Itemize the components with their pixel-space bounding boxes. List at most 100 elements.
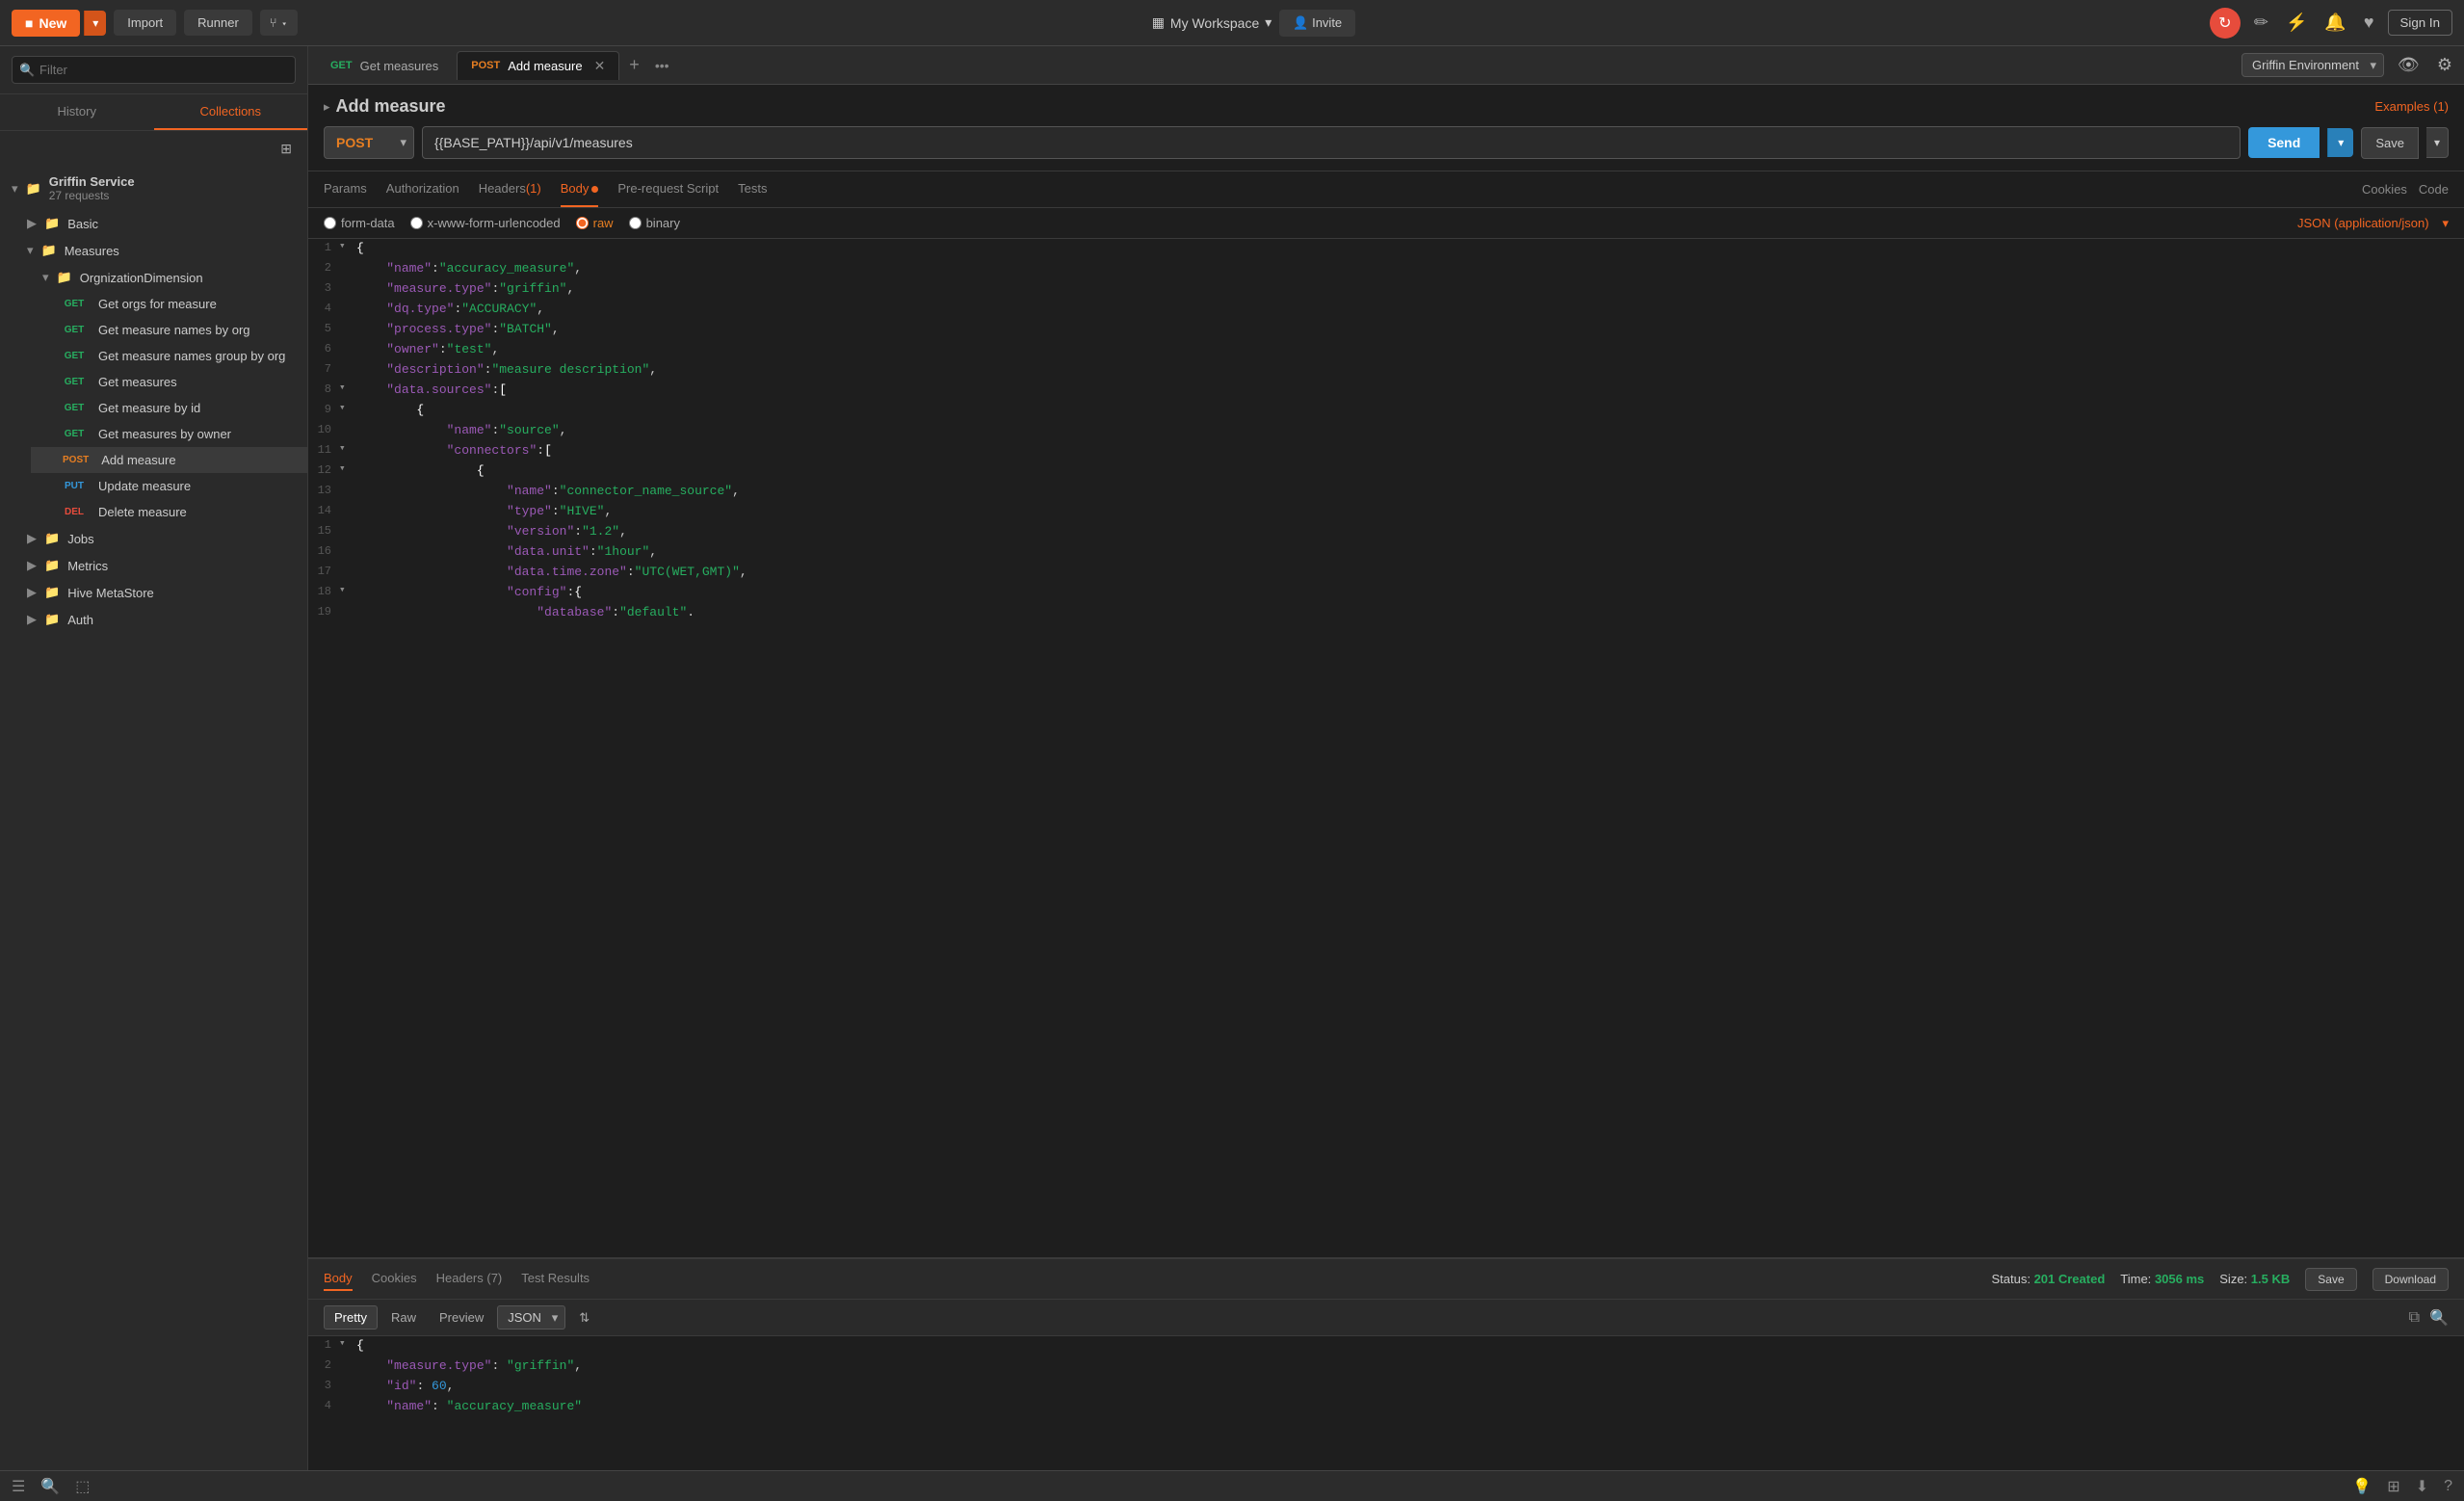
history-tab[interactable]: History (0, 94, 154, 130)
sign-in-button[interactable]: Sign In (2388, 10, 2453, 36)
console-icon[interactable]: ⬚ (75, 1477, 90, 1496)
new-dropdown-button[interactable]: ▾ (84, 11, 106, 36)
request-item-add-measure[interactable]: POST Add measure (31, 447, 307, 473)
code-line-6: 6 "owner":"test", (308, 340, 2464, 360)
runner-button[interactable]: Runner (184, 10, 252, 36)
resp-json-wrap: JSON (497, 1305, 565, 1330)
radio-form-data[interactable]: form-data (324, 216, 395, 230)
resp-download-button[interactable]: Download (2372, 1268, 2449, 1291)
request-item-get-measure-by-id[interactable]: GET Get measure by id (31, 395, 307, 421)
request-item-measure-names-by-org[interactable]: GET Get measure names by org (31, 317, 307, 343)
code-link[interactable]: Code (2419, 182, 2449, 197)
cookies-link[interactable]: Cookies (2362, 182, 2407, 197)
new-collection-button[interactable]: ⊞ (276, 137, 296, 161)
resp-icons: ⧉ 🔍 (2409, 1308, 2449, 1328)
collections-tab[interactable]: Collections (154, 94, 308, 130)
lightbulb-icon[interactable]: 💡 (2352, 1477, 2372, 1496)
send-button[interactable]: Send (2248, 127, 2320, 158)
new-button[interactable]: ■ New (12, 10, 80, 37)
import-button[interactable]: Import (114, 10, 176, 36)
resp-tab-headers[interactable]: Headers (7) (436, 1267, 503, 1291)
settings-icon[interactable]: ⚙ (2433, 51, 2456, 79)
method-select[interactable]: POST GET PUT DELETE (324, 126, 414, 159)
workspace-grid-icon: ▦ (1152, 14, 1165, 31)
req-tab-params[interactable]: Params (324, 171, 367, 207)
pencil-icon[interactable]: ✏ (2250, 9, 2272, 37)
resp-tab-test-results[interactable]: Test Results (521, 1267, 590, 1291)
save-button[interactable]: Save (2361, 127, 2419, 159)
chevron-down-icon-org: ▾ (42, 270, 49, 285)
tab-add-button[interactable]: + (623, 55, 645, 75)
workspace-label: My Workspace (1170, 15, 1259, 31)
folder-item-basic[interactable]: ▶ 📁 Basic (15, 210, 307, 237)
code-line-17: 17 "data.time.zone":"UTC(WET,GMT)", (308, 563, 2464, 583)
tab-post-add-measure[interactable]: POST Add measure ✕ (457, 51, 619, 80)
heart-icon[interactable]: ♥ (2360, 9, 2378, 37)
examples-link[interactable]: Examples (1) (2374, 99, 2449, 114)
request-item-measure-names-group[interactable]: GET Get measure names group by org (31, 343, 307, 369)
resp-tab-cookies[interactable]: Cookies (372, 1267, 417, 1291)
search-bottom-icon[interactable]: 🔍 (40, 1477, 60, 1496)
eye-icon[interactable]: 👁 (2394, 51, 2424, 79)
download-bottom-icon[interactable]: ⬇ (2416, 1477, 2428, 1496)
tab-get-measures[interactable]: GET Get measures (316, 52, 453, 79)
request-item-get-orgs[interactable]: GET Get orgs for measure (31, 291, 307, 317)
workspace-button[interactable]: ▦ My Workspace ▾ (1152, 14, 1272, 31)
radio-urlencoded[interactable]: x-www-form-urlencoded (410, 216, 561, 230)
invite-button[interactable]: 👤 Invite (1279, 10, 1355, 37)
request-item-delete-measure[interactable]: DEL Delete measure (31, 499, 307, 525)
resp-search-icon[interactable]: 🔍 (2429, 1308, 2449, 1328)
bottom-right: 💡 ⊞ ⬇ ? (2352, 1477, 2452, 1496)
chevron-right-icon-metrics: ▶ (27, 558, 37, 573)
env-select[interactable]: Griffin Environment (2241, 53, 2384, 77)
resp-json-select[interactable]: JSON (497, 1305, 565, 1330)
send-arrow-button[interactable]: ▾ (2327, 128, 2353, 157)
request-item-get-measures-by-owner[interactable]: GET Get measures by owner (31, 421, 307, 447)
filter-input[interactable] (12, 56, 296, 84)
resp-preview-btn[interactable]: Preview (430, 1306, 493, 1329)
resp-copy-icon[interactable]: ⧉ (2409, 1308, 2420, 1328)
folder-item-auth[interactable]: ▶ 📁 Auth (15, 606, 307, 633)
radio-binary[interactable]: binary (629, 216, 680, 230)
folder-item-measures[interactable]: ▾ 📁 Measures ••• (15, 237, 307, 264)
main-content: GET Get measures POST Add measure ✕ + ••… (308, 46, 2464, 1470)
sidebar-toggle-icon[interactable]: ☰ (12, 1477, 25, 1496)
folder-item-metrics[interactable]: ▶ 📁 Metrics (15, 552, 307, 579)
request-item-get-measures[interactable]: GET Get measures (31, 369, 307, 395)
method-badge-get-4: GET (58, 375, 91, 389)
code-line-15: 15 "version":"1.2", (308, 522, 2464, 542)
request-item-update-measure[interactable]: PUT Update measure (31, 473, 307, 499)
save-arrow-button[interactable]: ▾ (2426, 127, 2449, 158)
folder-item-jobs[interactable]: ▶ 📁 Jobs (15, 525, 307, 552)
code-editor[interactable]: 1 ▾ { 2 "name":"accuracy_measure", 3 "me… (308, 239, 2464, 1258)
url-input[interactable] (422, 126, 2241, 159)
req-tab-pre-request[interactable]: Pre-request Script (617, 171, 719, 207)
request-title: ▸ Add measure Examples (1) (324, 96, 2449, 117)
help-icon[interactable]: ? (2444, 1477, 2452, 1496)
resp-pretty-btn[interactable]: Pretty (324, 1305, 378, 1330)
sync-button[interactable]: ↻ (2210, 8, 2241, 39)
grid-icon[interactable]: ⊞ (2387, 1477, 2399, 1496)
resp-sort-icon[interactable]: ⇅ (569, 1306, 599, 1330)
fork-button[interactable]: ⑂ ▾ (260, 10, 298, 36)
resp-tab-body[interactable]: Body (324, 1267, 353, 1291)
folder-item-hive[interactable]: ▶ 📁 Hive MetaStore (15, 579, 307, 606)
radio-raw[interactable]: raw (576, 216, 614, 230)
resp-save-button[interactable]: Save (2305, 1268, 2356, 1291)
req-tab-authorization[interactable]: Authorization (386, 171, 459, 207)
collection-header[interactable]: ▾ 📁 Griffin Service 27 requests (0, 167, 307, 210)
bell-icon[interactable]: 🔔 (2320, 9, 2349, 37)
nav-right: ↻ ✏ ⚡ 🔔 ♥ Sign In (2210, 8, 2452, 39)
arrow-icon: ▸ (324, 99, 330, 115)
tab-more-button[interactable]: ••• (649, 58, 675, 73)
satellite-icon[interactable]: ⚡ (2282, 9, 2311, 37)
resp-raw-btn[interactable]: Raw (381, 1306, 426, 1329)
tab-close-icon[interactable]: ✕ (594, 58, 606, 74)
req-tab-tests[interactable]: Tests (738, 171, 767, 207)
json-type-select[interactable]: JSON (application/json) (2297, 216, 2449, 230)
req-tab-body[interactable]: Body (561, 171, 599, 207)
top-nav: ■ New ▾ Import Runner ⑂ ▾ ▦ My Workspace… (0, 0, 2464, 46)
sub-folder-header-org-dim[interactable]: ▾ 📁 OrgnizationDimension ••• (31, 264, 307, 291)
response-body[interactable]: 1 ▾ { 2 "measure.type": "griffin", 3 "id… (308, 1336, 2464, 1470)
req-tab-headers[interactable]: Headers(1) (479, 171, 541, 207)
